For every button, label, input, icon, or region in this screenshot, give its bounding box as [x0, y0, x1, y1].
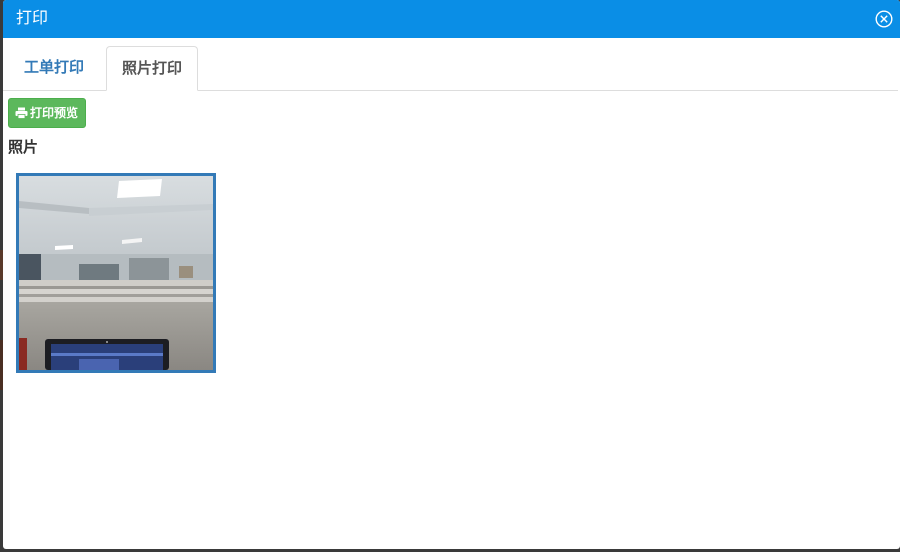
close-icon[interactable] [875, 10, 893, 28]
office-photo-image [19, 176, 213, 370]
print-dialog: 打印 工单打印 照片打印 打印预览 照片 [3, 0, 900, 549]
photo-thumbnail[interactable] [16, 173, 216, 373]
print-preview-button[interactable]: 打印预览 [8, 98, 87, 128]
dialog-titlebar: 打印 [3, 0, 900, 38]
tab-bar: 工单打印 照片打印 [3, 46, 898, 91]
dialog-title: 打印 [16, 8, 49, 27]
tab-photo-print[interactable]: 照片打印 [106, 46, 199, 91]
photos-section-label: 照片 [8, 138, 39, 156]
printer-icon [15, 107, 28, 119]
print-preview-label: 打印预览 [30, 106, 79, 120]
tab-work-order-print[interactable]: 工单打印 [9, 46, 99, 89]
